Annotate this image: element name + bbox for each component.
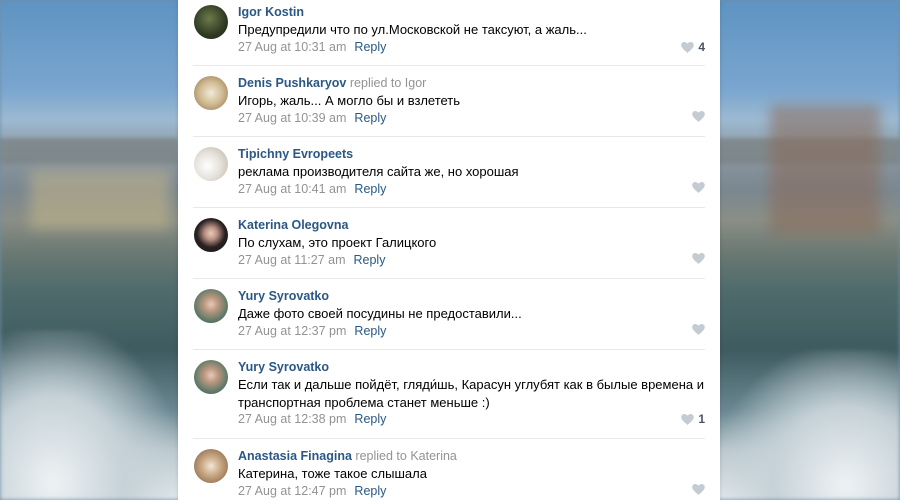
reply-link[interactable]: Reply: [354, 484, 386, 498]
comment-item: Yury Syrovatko Если так и дальше пойдёт,…: [178, 350, 720, 439]
comment-text: Предупредили что по ул.Московской не так…: [238, 22, 587, 37]
comment-text: Игорь, жаль... А могло бы и взлететь: [238, 93, 461, 108]
heart-icon: [681, 41, 695, 53]
comment-item: Katerina Olegovna По слухам, это проект …: [178, 208, 720, 279]
heart-icon: [692, 182, 705, 193]
comment-author[interactable]: Igor Kostin: [238, 5, 304, 19]
heart-icon: [692, 484, 705, 495]
comment-text: Если так и дальше пойдёт, гляди́шь, Кара…: [238, 377, 704, 410]
comment-time[interactable]: 27 Aug at 10:41 am: [238, 182, 346, 196]
like-button[interactable]: [692, 111, 705, 122]
heart-icon: [681, 413, 695, 425]
comment-text: Даже фото своей посудины не предоставили…: [238, 306, 522, 321]
comment-time[interactable]: 27 Aug at 10:31 am: [238, 40, 346, 54]
comment-author[interactable]: Yury Syrovatko: [238, 289, 329, 303]
comment-item: Tipichny Evropeets реклама производителя…: [178, 137, 720, 208]
avatar[interactable]: [194, 218, 228, 252]
like-button[interactable]: [692, 182, 705, 193]
replied-to[interactable]: replied to Igor: [350, 76, 426, 90]
comment-item: Denis Pushkaryov replied to Igor Игорь, …: [178, 66, 720, 137]
heart-icon: [692, 324, 705, 335]
reply-link[interactable]: Reply: [354, 412, 386, 426]
like-count: 4: [698, 40, 705, 54]
avatar[interactable]: [194, 76, 228, 110]
comment-author[interactable]: Yury Syrovatko: [238, 360, 329, 374]
replied-to[interactable]: replied to Katerina: [355, 449, 456, 463]
like-button[interactable]: [692, 324, 705, 335]
comment-time[interactable]: 27 Aug at 12:38 pm: [238, 412, 346, 426]
reply-link[interactable]: Reply: [354, 253, 386, 267]
like-button[interactable]: 4: [681, 40, 705, 54]
reply-link[interactable]: Reply: [354, 111, 386, 125]
avatar[interactable]: [194, 449, 228, 483]
comment-author[interactable]: Denis Pushkaryov: [238, 76, 346, 90]
comment-author[interactable]: Anastasia Finagina: [238, 449, 352, 463]
avatar[interactable]: [194, 289, 228, 323]
comment-time[interactable]: 27 Aug at 10:39 am: [238, 111, 346, 125]
reply-link[interactable]: Reply: [354, 182, 386, 196]
comments-panel: Igor Kostin Предупредили что по ул.Моско…: [178, 0, 720, 500]
reply-link[interactable]: Reply: [354, 40, 386, 54]
comment-item: Igor Kostin Предупредили что по ул.Моско…: [178, 0, 720, 66]
comment-text: По слухам, это проект Галицкого: [238, 235, 437, 250]
comment-author[interactable]: Katerina Olegovna: [238, 218, 348, 232]
avatar[interactable]: [194, 147, 228, 181]
like-button[interactable]: [692, 253, 705, 264]
comment-time[interactable]: 27 Aug at 12:47 pm: [238, 484, 346, 498]
heart-icon: [692, 111, 705, 122]
like-button[interactable]: [692, 484, 705, 495]
avatar[interactable]: [194, 360, 228, 394]
avatar[interactable]: [194, 5, 228, 39]
comment-text: Катерина, тоже такое слышала: [238, 466, 427, 481]
comment-item: Yury Syrovatko Даже фото своей посудины …: [178, 279, 720, 350]
comment-author[interactable]: Tipichny Evropeets: [238, 147, 353, 161]
comment-text: реклама производителя сайта же, но хорош…: [238, 164, 519, 179]
heart-icon: [692, 253, 705, 264]
comment-time[interactable]: 27 Aug at 11:27 am: [238, 253, 346, 267]
like-button[interactable]: 1: [681, 412, 705, 426]
reply-link[interactable]: Reply: [354, 324, 386, 338]
comment-time[interactable]: 27 Aug at 12:37 pm: [238, 324, 346, 338]
comment-item: Anastasia Finagina replied to Katerina К…: [178, 439, 720, 500]
like-count: 1: [698, 412, 705, 426]
